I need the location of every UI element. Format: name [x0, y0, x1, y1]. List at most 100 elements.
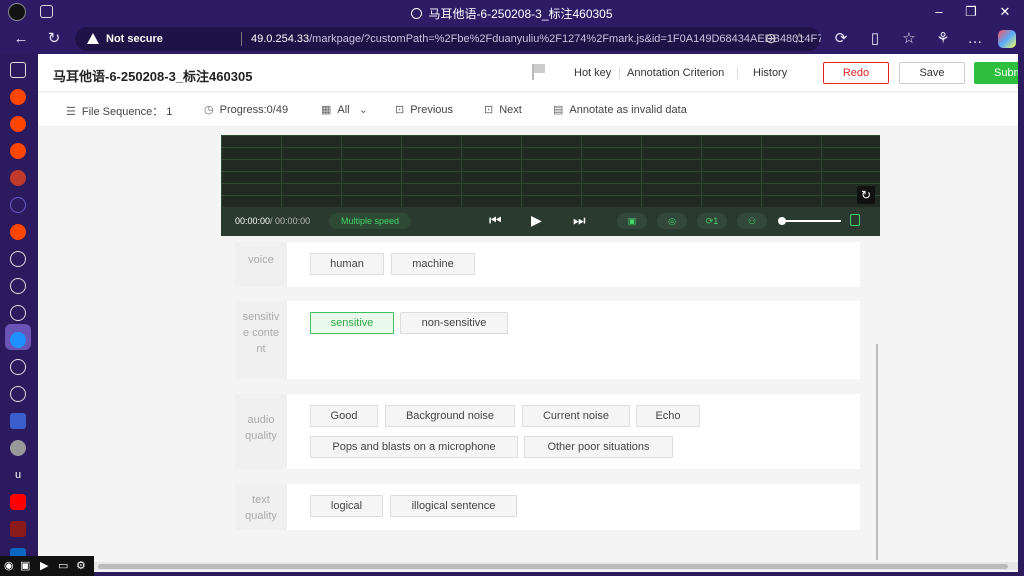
app-icon[interactable]	[10, 521, 26, 537]
annotation-criterion-link[interactable]: Annotation Criterion	[627, 67, 724, 79]
tab-view-icon[interactable]	[10, 62, 26, 78]
window-title-wrap: 马耳他语-6-250208-3_标注460305	[0, 5, 1024, 22]
window-icon[interactable]: ▭	[58, 559, 68, 572]
app-icon[interactable]: u	[10, 467, 26, 483]
reload-icon[interactable]: ↻	[45, 30, 63, 48]
reddit-icon[interactable]	[10, 116, 26, 132]
option-machine[interactable]: machine	[391, 253, 475, 275]
file-sequence-value: 1	[166, 106, 173, 118]
app-icon[interactable]	[10, 413, 26, 429]
globe-icon[interactable]	[10, 359, 26, 375]
camera-icon[interactable]: ▣	[20, 559, 30, 572]
lock-icon[interactable]	[850, 214, 860, 226]
skype-icon[interactable]	[10, 332, 26, 348]
restore-button[interactable]: ❐	[956, 2, 986, 22]
url-host: 49.0.254.33	[251, 33, 310, 45]
question-label-text: audio quality	[245, 414, 277, 442]
scrollbar-thumb[interactable]	[98, 564, 1008, 569]
app-icon[interactable]	[10, 440, 26, 456]
previous-label: Previous	[410, 104, 454, 116]
browser-sidebar: u	[0, 54, 38, 576]
history-link[interactable]: History	[753, 67, 787, 79]
star-icon[interactable]: ☆	[793, 30, 806, 47]
back-arrow-icon[interactable]: ←	[12, 30, 30, 48]
speed-button[interactable]: Multiple speed	[329, 213, 411, 229]
loop-button[interactable]: ⟳1	[697, 213, 727, 229]
favorites-icon[interactable]: ☆	[900, 30, 918, 48]
window-titlebar: 马耳他语-6-250208-3_标注460305 – ❐ ✕	[0, 0, 1024, 24]
divider	[619, 67, 620, 79]
youtube-icon[interactable]	[10, 494, 26, 510]
split-screen-icon[interactable]: ▯	[866, 30, 884, 48]
option-sensitive[interactable]: sensitive	[310, 312, 394, 334]
chevron-down-icon: ⌄	[358, 104, 368, 116]
gear-icon[interactable]: ⚙	[76, 559, 86, 572]
more-menu-icon[interactable]: …	[966, 30, 984, 48]
volume-slider[interactable]	[778, 217, 841, 225]
save-button[interactable]: Save	[899, 62, 965, 84]
globe-icon[interactable]	[10, 251, 26, 267]
file-sequence-label: File Sequence：	[81, 106, 164, 118]
speed-label: Multiple speed	[340, 216, 400, 226]
hot-key-link[interactable]: Hot key	[574, 67, 611, 79]
skip-back-icon[interactable]: ⏮	[489, 212, 502, 229]
option-illogical-sentence[interactable]: illogical sentence	[390, 495, 517, 517]
next-button[interactable]: ⊡ Next	[484, 103, 522, 116]
globe-icon[interactable]	[10, 278, 26, 294]
question-label: sensitive content	[235, 301, 287, 379]
option-other-poor-situations[interactable]: Other poor situations	[524, 436, 673, 458]
minimize-button[interactable]: –	[924, 2, 954, 22]
play-icon[interactable]: ▶	[531, 212, 542, 229]
option-human[interactable]: human	[310, 253, 384, 275]
option-echo[interactable]: Echo	[636, 405, 700, 427]
skip-forward-icon[interactable]: ⏭	[573, 212, 586, 229]
waveform-canvas[interactable]	[221, 135, 880, 207]
address-bar[interactable]: Not secure 49.0.254.33/markpage/?customP…	[75, 27, 821, 51]
app-icon[interactable]	[10, 170, 26, 186]
reader-icon[interactable]: ⊖	[765, 30, 777, 47]
filter-dropdown[interactable]: ▦ All ⌄	[321, 103, 368, 116]
divider	[737, 67, 738, 79]
file-sequence: ☰ File Sequence： 1	[66, 103, 172, 119]
redo-button[interactable]: Redo	[823, 62, 889, 84]
globe-icon[interactable]	[10, 386, 26, 402]
url-text[interactable]: 49.0.254.33/markpage/?customPath=%2Fbe%2…	[251, 33, 821, 45]
option-logical[interactable]: logical	[310, 495, 383, 517]
question-label-text: voice	[248, 254, 274, 266]
option-current-noise[interactable]: Current noise	[522, 405, 630, 427]
option-background-noise[interactable]: Background noise	[385, 405, 515, 427]
url-path: /markpage/?customPath=%2Fbe%2Fduanyuliu%…	[309, 33, 821, 45]
users-icon[interactable]: ⚇	[737, 213, 767, 229]
globe-icon[interactable]	[10, 305, 26, 321]
divider	[241, 32, 242, 46]
volume-knob[interactable]	[778, 217, 786, 225]
progress: ◷ Progress:0/49	[204, 103, 288, 116]
reddit-icon[interactable]	[10, 143, 26, 159]
vertical-scrollbar[interactable]	[876, 344, 878, 560]
extensions-icon[interactable]: ⟳	[832, 30, 850, 48]
video-icon[interactable]: ▶	[40, 559, 48, 572]
question-text-quality: text quality logical illogical sentence	[235, 484, 860, 530]
refresh-icon[interactable]: ↻	[857, 186, 875, 204]
browser-essentials-icon[interactable]: ⚘	[934, 30, 952, 48]
save-audio-icon[interactable]: ▣	[617, 213, 647, 229]
close-window-button[interactable]: ✕	[990, 2, 1020, 22]
submit-button[interactable]: Submit	[974, 62, 1018, 84]
player-controls: 00:00:00/ 00:00:00 Multiple speed ⏮ ▶ ⏭ …	[221, 207, 880, 236]
security-label[interactable]: Not secure	[106, 33, 163, 45]
reddit-icon[interactable]	[10, 89, 26, 105]
previous-button[interactable]: ⊡ Previous	[395, 103, 453, 116]
total-time: / 00:00:00	[270, 216, 311, 226]
flag-icon[interactable]	[532, 64, 546, 80]
option-good[interactable]: Good	[310, 405, 378, 427]
horizontal-scrollbar[interactable]	[38, 562, 1018, 570]
option-non-sensitive[interactable]: non-sensitive	[400, 312, 508, 334]
speaker-icon[interactable]: ◎	[657, 213, 687, 229]
reddit-icon[interactable]	[10, 224, 26, 240]
screenshot-icon[interactable]: ◉	[4, 559, 14, 572]
annotate-invalid-button[interactable]: ▤ Annotate as invalid data	[553, 103, 687, 116]
page-title: 马耳他语-6-250208-3_标注460305	[53, 69, 253, 84]
search-icon[interactable]	[10, 197, 26, 213]
copilot-icon[interactable]	[998, 30, 1016, 48]
option-pops-and-blasts[interactable]: Pops and blasts on a microphone	[310, 436, 518, 458]
